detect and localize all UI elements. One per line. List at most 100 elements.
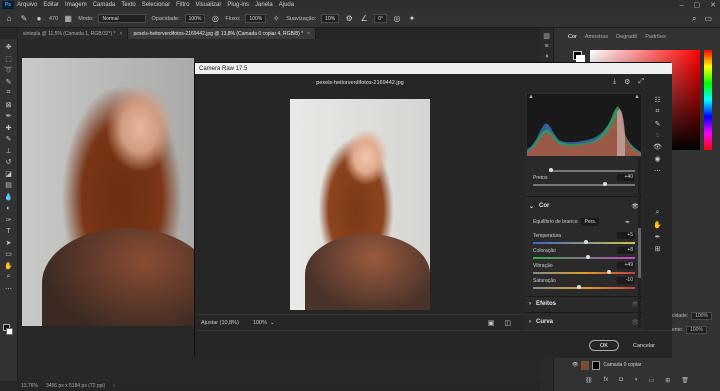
eraser-tool-icon[interactable]: ◪ — [3, 169, 15, 180]
menu-ajuda[interactable]: Ajuda — [279, 2, 294, 8]
stamp-tool-icon[interactable]: ⊥ — [3, 146, 15, 157]
home-icon[interactable]: ⌂ — [4, 14, 14, 24]
pen-tool-icon[interactable]: ✑ — [3, 215, 15, 226]
workspace-icon[interactable]: ▭ — [704, 14, 712, 24]
more-icon[interactable]: ⋯ — [654, 167, 661, 175]
brush-settings-icon[interactable]: ▦ — [63, 14, 73, 24]
crop-view-icon[interactable]: ▣ — [488, 319, 495, 327]
scrollbar[interactable] — [638, 158, 641, 328]
grid-icon[interactable]: ⊞ — [655, 245, 661, 253]
slider-pretos[interactable]: Pretos +40 — [533, 174, 635, 189]
mask-icon[interactable]: ◘ — [619, 377, 623, 384]
search-icon[interactable]: ⌕ — [692, 14, 696, 24]
hand-icon[interactable]: ✋ — [653, 221, 662, 229]
zoom-select[interactable]: 100% ⌄ — [253, 320, 275, 326]
menu-imagem[interactable]: Imagem — [65, 2, 87, 8]
more-tools-icon[interactable]: ⋯ — [3, 284, 15, 295]
edit-icon[interactable]: ☷ — [654, 96, 660, 104]
menu-editar[interactable]: Editar — [43, 2, 59, 8]
slider-track[interactable] — [533, 257, 635, 259]
fx-icon[interactable]: fx — [604, 377, 609, 384]
maximize-icon[interactable]: ▢ — [694, 1, 701, 9]
gear-icon[interactable]: ⚙ — [344, 14, 354, 24]
history-brush-icon[interactable]: ↺ — [3, 157, 15, 168]
hand-tool-icon[interactable]: ✋ — [3, 261, 15, 272]
layer-opacity-field[interactable]: 100% — [691, 312, 712, 320]
marquee-tool-icon[interactable]: ⬚ — [3, 54, 15, 65]
lasso-tool-icon[interactable]: ➰ — [3, 65, 15, 76]
preview-photo[interactable] — [290, 99, 430, 310]
shadow-clipping-icon[interactable]: ▲ — [528, 94, 534, 100]
brush-preset-icon[interactable]: ● — [34, 14, 44, 24]
tab-cor[interactable]: Cor — [568, 34, 577, 40]
zoom-tool-icon[interactable]: ⌕ — [3, 272, 15, 283]
smoothing-field[interactable]: 10% — [321, 14, 340, 23]
slider-value[interactable]: +49 — [617, 262, 635, 269]
blur-tool-icon[interactable]: 💧 — [3, 192, 15, 203]
adjustments-icon[interactable]: ◑ — [544, 53, 548, 60]
tab-doc-2[interactable]: pexels-heitorverdifotos-2169442.jpg @ 13… — [128, 28, 316, 39]
slider-value[interactable]: +40 — [617, 174, 635, 181]
slider-value[interactable]: +8 — [617, 247, 635, 254]
fullscreen-icon[interactable]: ⤢ — [638, 78, 644, 86]
menu-plugins[interactable]: Plug-ins — [227, 2, 249, 8]
menu-texto[interactable]: Texto — [121, 2, 135, 8]
frame-tool-icon[interactable]: ⊠ — [3, 100, 15, 111]
eyedropper-icon[interactable]: ✒ — [625, 219, 630, 226]
slider-knob[interactable] — [606, 270, 611, 274]
mode-select[interactable]: Normal — [98, 14, 147, 23]
previous-slider-track[interactable] — [549, 170, 635, 172]
background-color-swatch[interactable] — [6, 328, 13, 335]
eyedropper-tool-icon[interactable]: ✒ — [3, 111, 15, 122]
slider-knob[interactable] — [585, 255, 590, 259]
zoom-fit-button[interactable]: Ajustar (10,8%) — [201, 320, 239, 326]
trash-icon[interactable]: 🗑 — [681, 377, 689, 384]
move-tool-icon[interactable]: ✥ — [3, 42, 15, 53]
close-tab-icon[interactable]: × — [120, 31, 123, 37]
gradient-tool-icon[interactable]: ▤ — [3, 180, 15, 191]
quick-select-tool-icon[interactable]: ✎ — [3, 77, 15, 88]
eye-icon[interactable]: 👁 — [572, 362, 578, 368]
link-icon[interactable]: ⛓ — [585, 377, 593, 384]
before-after-icon[interactable]: ◫ — [504, 319, 511, 327]
slider-track[interactable] — [533, 272, 635, 274]
tab-padroes[interactable]: Padrões — [645, 34, 666, 40]
layer-row[interactable]: 👁 Camada 0 copiar — [572, 360, 720, 370]
menu-selecionar[interactable]: Selecionar — [142, 2, 170, 8]
pressure-size-icon[interactable]: ◎ — [392, 14, 402, 24]
menu-visualizar[interactable]: Visualizar — [195, 2, 221, 8]
tab-degrade[interactable]: Degradê — [616, 34, 637, 40]
symmetry-icon[interactable]: ✦ — [407, 14, 417, 24]
zoom-level[interactable]: 13,76% — [21, 383, 38, 389]
document-photo[interactable] — [22, 58, 194, 326]
group-icon[interactable]: ▭ — [649, 377, 655, 384]
section-effects-header[interactable]: › Efeitos 👁 — [529, 298, 639, 310]
slider-value[interactable]: +5 — [617, 232, 635, 239]
flow-field[interactable]: 100% — [245, 14, 267, 23]
type-tool-icon[interactable]: T — [3, 226, 15, 237]
opacity-field[interactable]: 100% — [184, 14, 206, 23]
brush-tool-icon[interactable]: ✎ — [19, 14, 29, 24]
history-icon[interactable]: ▥ — [543, 32, 550, 40]
tab-doc-1[interactable]: sintepla @ 11,5% (Camada 1, RGB/32*) * × — [18, 28, 129, 39]
layer-fill-field[interactable]: 100% — [686, 326, 707, 334]
menu-filtro[interactable]: Filtro — [176, 2, 189, 8]
slider-knob[interactable] — [603, 182, 607, 186]
slider-value[interactable]: -10 — [617, 277, 635, 284]
close-icon[interactable]: ✕ — [710, 1, 716, 9]
red-eye-icon[interactable]: 👁 — [653, 143, 662, 151]
highlight-clipping-icon[interactable]: ▲ — [634, 94, 640, 100]
adjustment-layer-icon[interactable]: ◑ — [634, 377, 638, 384]
image-preview[interactable] — [195, 92, 525, 314]
masking-icon[interactable]: ◌ — [655, 132, 659, 139]
previous-slider-knob[interactable] — [549, 168, 553, 172]
menu-janela[interactable]: Janela — [255, 2, 273, 8]
save-icon[interactable]: ⤓ — [613, 78, 616, 86]
slider-knob[interactable] — [583, 240, 588, 244]
hue-slider[interactable] — [704, 50, 712, 150]
dodge-tool-icon[interactable]: ◐ — [3, 203, 15, 214]
shape-tool-icon[interactable]: ▭ — [3, 249, 15, 260]
slider-track[interactable] — [533, 287, 635, 289]
new-layer-icon[interactable]: ⊞ — [665, 377, 670, 384]
sampler-icon[interactable]: ✒ — [655, 233, 661, 241]
